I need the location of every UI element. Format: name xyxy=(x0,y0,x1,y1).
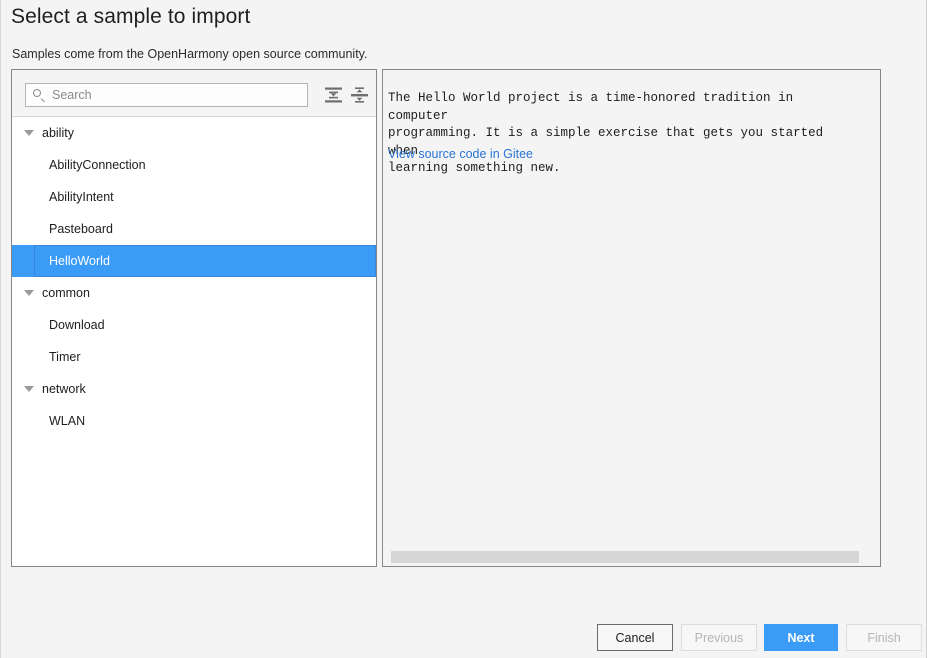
tree-item-label: AbilityIntent xyxy=(49,190,114,204)
import-sample-dialog: Select a sample to import Samples come f… xyxy=(0,0,927,658)
tree-item-download[interactable]: Download xyxy=(12,309,376,341)
cancel-button[interactable]: Cancel xyxy=(597,624,673,651)
tree-item-timer[interactable]: Timer xyxy=(12,341,376,373)
sample-tree-panel: ability AbilityConnection AbilityIntent Pas… xyxy=(11,69,377,567)
detail-scrollbar-thumb[interactable] xyxy=(391,551,859,563)
detail-horizontal-scrollbar[interactable] xyxy=(383,551,880,563)
dialog-subtitle: Samples come from the OpenHarmony open s… xyxy=(12,47,368,61)
tree-item-helloworld[interactable]: HelloWorld xyxy=(12,245,376,277)
tree-item-label: Timer xyxy=(49,350,81,364)
next-button[interactable]: Next xyxy=(764,624,838,651)
tree-item-abilityconnection[interactable]: AbilityConnection xyxy=(12,149,376,181)
tree-item-label: WLAN xyxy=(49,414,86,428)
tree-toolbar xyxy=(12,70,376,117)
tree-item-label: AbilityConnection xyxy=(49,158,146,172)
tree-item-network[interactable]: network xyxy=(12,373,376,405)
collapse-all-icon[interactable] xyxy=(350,86,369,104)
caret-down-icon[interactable] xyxy=(24,130,34,136)
tree-item-ability[interactable]: ability xyxy=(12,117,376,149)
page-title: Select a sample to import xyxy=(11,5,251,28)
previous-button: Previous xyxy=(681,624,757,651)
tree-item-common[interactable]: common xyxy=(12,277,376,309)
expand-all-icon[interactable] xyxy=(324,86,343,104)
search-box[interactable] xyxy=(25,83,308,107)
tree-item-label: ability xyxy=(42,126,74,140)
tree-item-label: network xyxy=(42,382,86,396)
caret-down-icon[interactable] xyxy=(24,386,34,392)
tree-item-label: HelloWorld xyxy=(49,254,110,268)
caret-down-icon[interactable] xyxy=(24,290,34,296)
tree-item-abilityintent[interactable]: AbilityIntent xyxy=(12,181,376,213)
view-source-link[interactable]: View source code in Gitee xyxy=(388,147,533,161)
tree-item-label: Pasteboard xyxy=(49,222,113,236)
sample-detail-panel: The Hello World project is a time-honore… xyxy=(382,69,881,567)
dialog-footer: Cancel Previous Next Finish xyxy=(1,620,927,658)
tree-item-wlan[interactable]: WLAN xyxy=(12,405,376,437)
sample-tree[interactable]: ability AbilityConnection AbilityIntent Pas… xyxy=(12,117,376,566)
search-icon xyxy=(32,88,46,102)
tree-item-pasteboard[interactable]: Pasteboard xyxy=(12,213,376,245)
search-input[interactable] xyxy=(52,88,292,102)
sample-description: The Hello World project is a time-honore… xyxy=(388,91,824,175)
tree-item-label: common xyxy=(42,286,90,300)
tree-item-label: Download xyxy=(49,318,105,332)
finish-button: Finish xyxy=(846,624,922,651)
